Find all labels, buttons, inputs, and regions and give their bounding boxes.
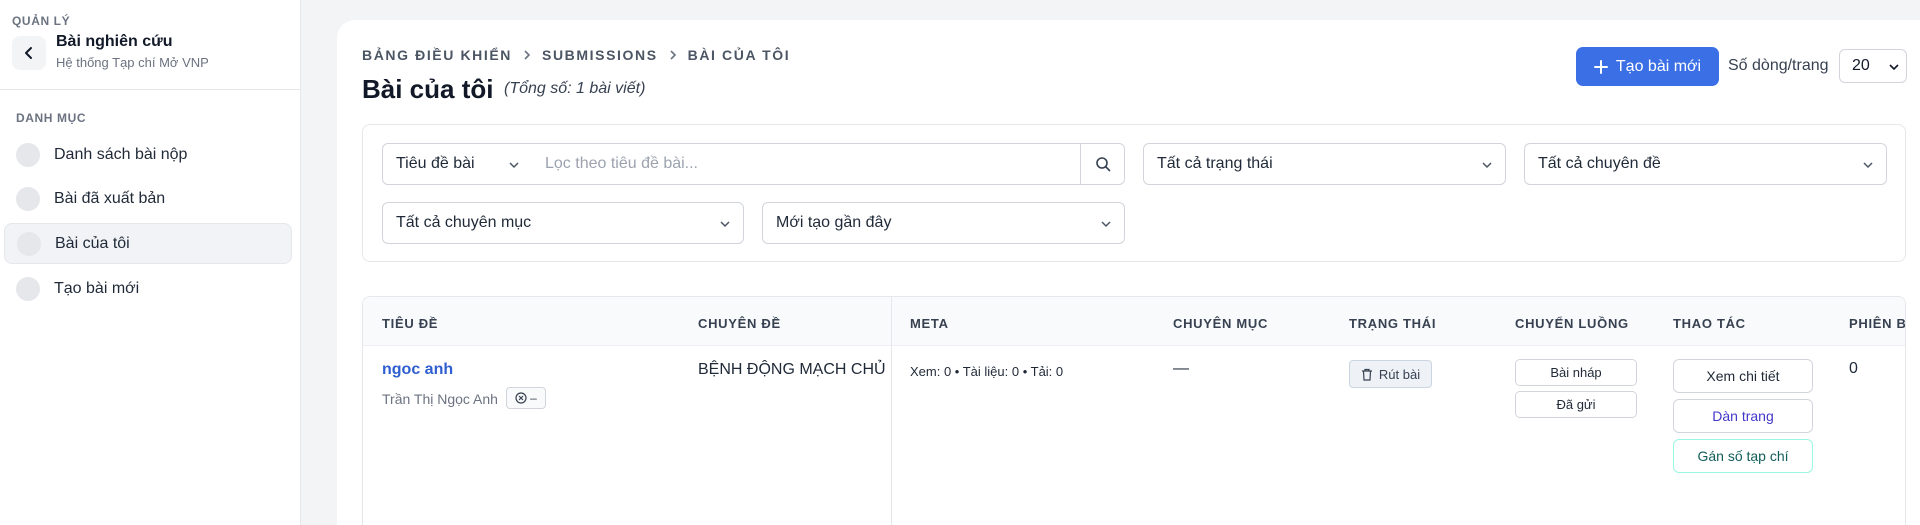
topic-filter-value: Tất cả chuyên đề (1538, 155, 1661, 172)
table-header: TIÊU ĐỀ CHUYÊN ĐỀ META CHUYÊN MỤC TRẠNG … (363, 297, 1905, 346)
search-field-select[interactable]: Tiêu đề bài (382, 143, 533, 185)
category-filter-value: Tất cả chuyên mục (396, 214, 532, 231)
article-meta: Xem: 0 • Tài liệu: 0 • Tải: 0 (910, 364, 1064, 379)
sidebar-divider (0, 89, 300, 90)
sidebar-item-submissions[interactable]: Danh sách bài nộp (4, 134, 292, 175)
sidebar-title: Bài nghiên cứu (56, 33, 173, 50)
topic-filter-select[interactable]: Tất cả chuyên đề (1524, 143, 1887, 185)
article-topic: BỆNH ĐỘNG MẠCH CHỦ (698, 361, 886, 378)
category-filter-select[interactable]: Tất cả chuyên mục (382, 202, 744, 244)
breadcrumb: BẢNG ĐIỀU KHIỂN SUBMISSIONS BÀI CỦA TÔI (362, 47, 790, 63)
search-input[interactable]: Lọc theo tiêu đề bài... (532, 143, 1081, 185)
plus-icon (1593, 59, 1608, 74)
column-header-meta[interactable]: META (910, 316, 949, 331)
status-filter-value: Tất cả trạng thái (1157, 155, 1273, 172)
circle-icon (16, 276, 40, 301)
column-header-status[interactable]: TRẠNG THÁI (1349, 316, 1436, 331)
page-title: Bài của tôi (362, 74, 494, 104)
rows-per-page-value: 20 (1852, 57, 1870, 74)
assign-issue-button[interactable]: Gán số tạp chí (1673, 439, 1813, 473)
sidebar-item-create[interactable]: Tạo bài mới (4, 268, 292, 309)
layout-button[interactable]: Dàn trang (1673, 399, 1813, 433)
column-header-version[interactable]: PHIÊN B... (1849, 316, 1905, 331)
status-badge[interactable]: – (506, 387, 546, 409)
circle-icon (17, 231, 41, 256)
chevron-down-icon (1863, 162, 1873, 169)
rows-per-page-select[interactable]: 20 (1839, 49, 1907, 83)
article-version: 0 (1849, 360, 1858, 377)
status-filter-select[interactable]: Tất cả trạng thái (1143, 143, 1506, 185)
trash-icon (1361, 368, 1372, 381)
breadcrumb-item-current: BÀI CỦA TÔI (687, 47, 791, 63)
article-title-link[interactable]: ngoc anh (382, 361, 453, 379)
chevron-down-icon (509, 162, 519, 169)
column-divider (891, 297, 892, 525)
search-icon (1095, 157, 1110, 172)
search-placeholder: Lọc theo tiêu đề bài... (545, 155, 698, 172)
breadcrumb-item-dashboard[interactable]: BẢNG ĐIỀU KHIỂN (362, 47, 512, 63)
sidebar-section-label: QUẢN LÝ (12, 14, 71, 28)
sidebar-item-published[interactable]: Bài đã xuất bản (4, 178, 292, 219)
chevron-right-icon (522, 49, 532, 61)
chevron-down-icon (1889, 64, 1899, 71)
back-button[interactable] (12, 36, 46, 70)
sidebar: QUẢN LÝ Bài nghiên cứu Hệ thống Tạp chí … (0, 0, 301, 525)
sidebar-item-label: Bài đã xuất bản (54, 189, 166, 207)
column-header-actions[interactable]: THAO TÁC (1673, 316, 1746, 331)
search-button[interactable] (1080, 143, 1125, 185)
article-category: — (1173, 360, 1189, 377)
column-header-category[interactable]: CHUYÊN MỤC (1173, 316, 1268, 331)
total-count: (Tổng số: 1 bài viết) (504, 80, 646, 97)
sidebar-item-my-articles[interactable]: Bài của tôi (4, 223, 292, 264)
circle-icon (16, 186, 40, 211)
sidebar-subtitle: Hệ thống Tạp chí Mở VNP (56, 55, 209, 70)
sort-select[interactable]: Mới tạo gần đây (762, 202, 1125, 244)
chevron-down-icon (1101, 221, 1111, 228)
chevron-down-icon (720, 221, 730, 228)
create-article-label: Tạo bài mới (1615, 57, 1702, 75)
chevron-right-icon (668, 49, 678, 61)
article-author: Trần Thị Ngọc Anh (382, 391, 498, 407)
x-circle-icon (515, 392, 527, 404)
withdraw-button[interactable]: Rút bài (1349, 360, 1432, 388)
sidebar-item-label: Danh sách bài nộp (54, 145, 188, 163)
breadcrumb-item-submissions[interactable]: SUBMISSIONS (542, 47, 658, 63)
articles-table: TIÊU ĐỀ CHUYÊN ĐỀ META CHUYÊN MỤC TRẠNG … (362, 296, 1906, 525)
chevron-down-icon (1482, 162, 1492, 169)
flow-submitted-button[interactable]: Đã gửi (1515, 391, 1637, 418)
sort-value: Mới tạo gần đây (776, 214, 892, 231)
create-article-button[interactable]: Tạo bài mới (1576, 47, 1719, 86)
circle-icon (16, 142, 40, 167)
sidebar-category-label: DANH MỤC (16, 111, 87, 125)
badge-text: – (530, 391, 537, 405)
column-header-title[interactable]: TIÊU ĐỀ (382, 316, 438, 331)
column-header-flow[interactable]: CHUYỂN LUỒNG (1515, 316, 1629, 331)
flow-draft-button[interactable]: Bài nháp (1515, 359, 1637, 386)
view-details-button[interactable]: Xem chi tiết (1673, 359, 1813, 393)
sidebar-item-label: Tạo bài mới (54, 279, 140, 297)
column-header-topic[interactable]: CHUYÊN ĐỀ (698, 316, 781, 331)
search-field-value: Tiêu đề bài (396, 155, 475, 172)
sidebar-item-label: Bài của tôi (55, 234, 130, 252)
rows-per-page-label: Số dòng/trang (1728, 57, 1829, 74)
withdraw-label: Rút bài (1378, 366, 1421, 382)
chevron-left-icon (25, 47, 32, 59)
